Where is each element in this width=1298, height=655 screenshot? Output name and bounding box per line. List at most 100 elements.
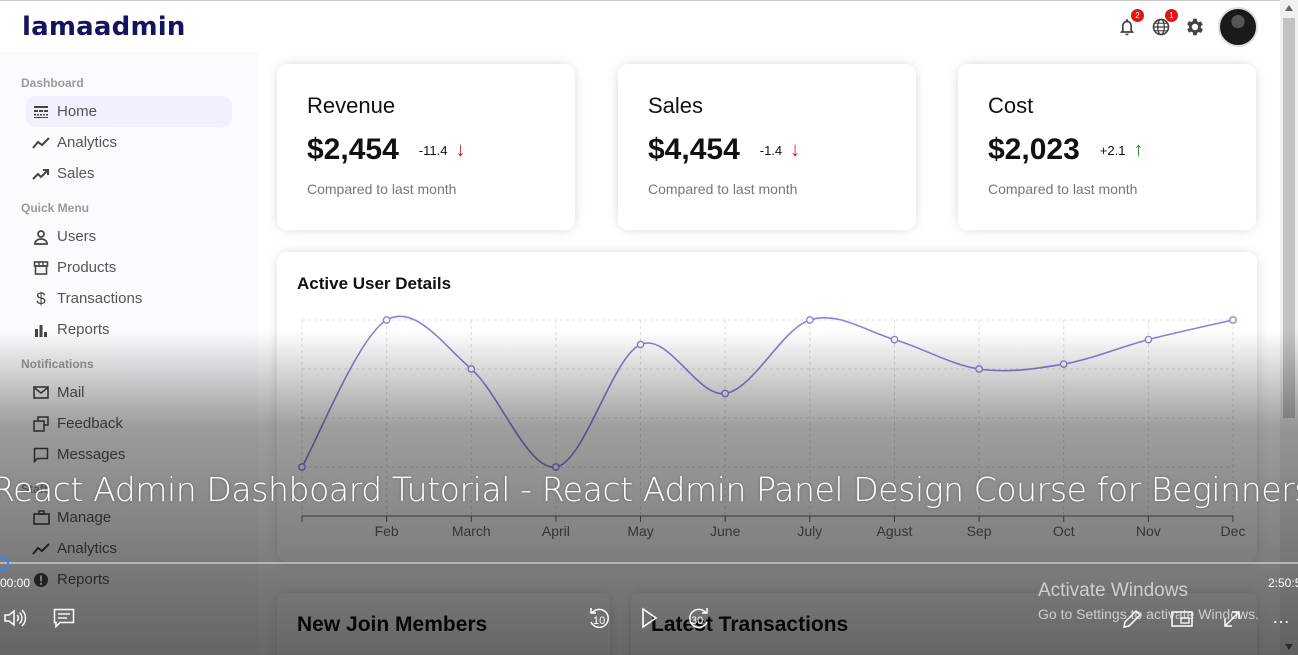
featured-money-row: $2,454 -11.4 ↓	[307, 133, 545, 167]
miniplayer-icon[interactable]	[1170, 607, 1194, 631]
rewind-icon[interactable]: 10	[585, 604, 613, 632]
rewind-seconds: 10	[593, 615, 606, 627]
video-progress-bar[interactable]	[0, 562, 1298, 564]
vertical-scrollbar[interactable]	[1280, 0, 1298, 655]
chart-x-tick-label: Sep	[967, 523, 992, 539]
featured-money-row: $2,023 +2.1 ↑	[988, 133, 1226, 167]
notifications-badge: 2	[1131, 8, 1144, 22]
sidebar-item-label: Products	[57, 259, 117, 276]
featured-rate-value: -1.4	[759, 142, 783, 158]
timeline-icon	[32, 540, 50, 558]
featured-rate: -1.4 ↓	[760, 139, 800, 162]
video-current-time: 00:00	[0, 576, 31, 590]
chart-data-point	[805, 316, 814, 324]
featured-money: $4,454	[648, 133, 740, 166]
fullscreen-icon[interactable]	[1220, 607, 1244, 631]
trending-up-icon	[32, 165, 50, 183]
chart-x-tick-label: Oct	[1053, 523, 1075, 539]
sidebar-item-feedback[interactable]: Feedback	[26, 408, 232, 439]
sidebar-item-label: Analytics	[57, 540, 118, 557]
captions-icon[interactable]	[52, 606, 76, 630]
featured-title: Sales	[648, 93, 704, 118]
report-icon	[32, 571, 50, 589]
sidebar-item-label: Mail	[57, 384, 85, 401]
bar-chart-icon	[32, 321, 50, 339]
video-duration: 2:50:5	[1268, 576, 1298, 590]
chart-data-point	[636, 340, 645, 349]
user-avatar[interactable]	[1218, 6, 1258, 47]
sidebar-item-transactions[interactable]: $ Transactions	[26, 283, 232, 314]
chart-x-tick-label: July	[797, 523, 822, 539]
sidebar-item-products[interactable]: Products	[26, 252, 232, 283]
sidebar-item-users[interactable]: Users	[26, 221, 232, 252]
chart-data-point	[1144, 335, 1153, 344]
chart-data-point	[467, 365, 476, 373]
notifications-icon[interactable]: 2	[1116, 8, 1144, 38]
featured-rate: +2.1 ↑	[1100, 139, 1144, 162]
settings-gear-icon[interactable]	[1184, 16, 1206, 38]
sidebar-item-sales[interactable]: Sales	[26, 158, 232, 189]
person-icon	[32, 228, 50, 246]
sidebar-item-label: Analytics	[57, 134, 118, 151]
forward-icon[interactable]: 30	[685, 604, 713, 632]
chart-x-tick-label: Agust	[877, 523, 913, 539]
chart-data-point	[1229, 316, 1237, 324]
sidebar-item-mail[interactable]: Mail	[26, 377, 232, 408]
sidebar-item-home[interactable]: Home	[26, 96, 232, 127]
watermark-line1: Activate Windows	[1038, 580, 1188, 601]
arrow-down-icon: ↓	[455, 138, 466, 161]
feedback-icon	[32, 415, 50, 433]
chart-x-tick-label: June	[710, 523, 741, 539]
sidebar-item-analytics[interactable]: Analytics	[26, 127, 232, 158]
sidebar-section-title: Notifications	[21, 357, 94, 371]
chart-data-point	[721, 389, 730, 398]
arrow-down-icon: ↓	[790, 138, 801, 161]
chart-x-tick-label: Feb	[375, 523, 399, 539]
sidebar-item-staff-reports[interactable]: Reports	[26, 564, 232, 595]
featured-rate-value: +2.1	[1099, 142, 1126, 158]
chart-x-tick-label: April	[542, 523, 570, 539]
sidebar-section-title: Dashboard	[21, 76, 84, 90]
featured-title: Revenue	[307, 93, 396, 118]
mail-icon	[32, 384, 50, 402]
sidebar-item-messages[interactable]: Messages	[26, 439, 232, 470]
scroll-down-arrow-icon[interactable]	[1285, 644, 1293, 650]
sidebar-item-label: Sales	[57, 165, 95, 182]
scrollbar-thumb[interactable]	[1283, 18, 1295, 418]
sidebar-item-label: Transactions	[57, 290, 143, 307]
sidebar-item-reports[interactable]: Reports	[26, 314, 232, 345]
chart-x-tick-label: May	[627, 523, 653, 539]
chart-data-point	[975, 365, 983, 373]
topbar-actions: 2 1	[1116, 6, 1258, 47]
sidebar-item-staff-analytics[interactable]: Analytics	[26, 533, 232, 564]
widget-title: New Join Members	[297, 613, 488, 636]
scroll-up-arrow-icon[interactable]	[1285, 5, 1293, 11]
featured-sub: Compared to last month	[988, 181, 1138, 197]
sidebar-item-label: Reports	[57, 321, 110, 338]
briefcase-icon	[32, 509, 50, 527]
featured-money: $2,023	[988, 133, 1080, 166]
featured-card-cost: Cost $2,023 +2.1 ↑ Compared to last mont…	[958, 64, 1256, 230]
sidebar-item-label: Feedback	[57, 415, 123, 432]
featured-sub: Compared to last month	[648, 181, 798, 197]
forward-seconds: 30	[691, 615, 704, 627]
active-user-chart-card: Active User Details Feb March April May June…	[277, 252, 1257, 562]
new-join-members-widget: New Join Members	[277, 593, 610, 655]
app-logo[interactable]: lamaadmin	[22, 12, 186, 42]
sidebar-item-label: Home	[57, 103, 98, 120]
pen-icon[interactable]	[1120, 607, 1144, 631]
featured-rate-value: -11.4	[418, 142, 448, 158]
play-icon[interactable]	[638, 606, 660, 630]
arrow-up-icon: ↑	[1133, 138, 1144, 161]
sidebar: Dashboard Home Analytics Sales Quick Men…	[0, 52, 258, 655]
sidebar-item-label: Manage	[57, 509, 112, 526]
timeline-icon	[32, 134, 50, 152]
more-options-icon[interactable]: …	[1268, 607, 1294, 627]
chart-data-point	[890, 335, 899, 344]
sidebar-section-title: Quick Menu	[21, 201, 90, 215]
sidebar-section-dashboard: Dashboard Home Analytics Sales	[0, 76, 258, 189]
volume-icon[interactable]	[2, 606, 28, 630]
chat-icon	[32, 446, 50, 464]
chart-data-point	[382, 316, 391, 324]
language-icon[interactable]: 1	[1150, 8, 1178, 38]
